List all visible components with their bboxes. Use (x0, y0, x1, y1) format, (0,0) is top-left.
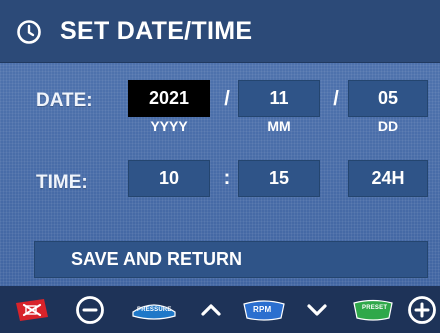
motor-off-icon (16, 298, 48, 321)
up-button[interactable] (192, 286, 230, 333)
time-format-field[interactable]: 24H (348, 160, 428, 197)
chevron-up-icon (201, 303, 221, 316)
plus-circle-icon (408, 295, 436, 324)
rpm-button[interactable]: RPM (238, 286, 290, 333)
clock-icon (17, 20, 41, 44)
minus-circle-icon (76, 295, 104, 324)
day-field[interactable]: 05 (348, 80, 428, 117)
header-bar: SET DATE/TIME (0, 0, 440, 63)
year-field[interactable]: 2021 (128, 80, 210, 117)
page-title: SET DATE/TIME (60, 17, 253, 45)
date-separator-2: / (333, 88, 339, 110)
year-unit-label: YYYY (150, 118, 188, 134)
bottom-toolbar: PRESSURE RPM PRESET (0, 286, 440, 333)
save-and-return-button[interactable]: SAVE AND RETURN (34, 241, 428, 278)
month-unit-label: MM (267, 118, 291, 134)
motor-off-button[interactable] (8, 286, 56, 333)
preset-button[interactable]: PRESET (348, 286, 398, 333)
date-label: DATE: (36, 90, 93, 111)
down-button[interactable] (298, 286, 336, 333)
rpm-badge-label: RPM (253, 305, 272, 314)
set-date-time-screen: SET DATE/TIME DATE: 2021 YYYY / 11 MM / … (0, 0, 440, 333)
time-separator: : (223, 167, 231, 189)
day-unit-label: DD (377, 118, 399, 134)
preset-badge-label: PRESET (362, 305, 388, 311)
date-separator-1: / (224, 88, 230, 110)
decrease-button[interactable] (70, 286, 110, 333)
hour-field[interactable]: 10 (128, 160, 210, 197)
increase-button[interactable] (404, 286, 440, 333)
month-field[interactable]: 11 (238, 80, 320, 117)
chevron-down-icon (307, 303, 327, 316)
time-label: TIME: (36, 172, 88, 193)
pressure-badge-label: PRESSURE (137, 307, 172, 313)
pressure-button[interactable]: PRESSURE (128, 286, 180, 333)
minute-field[interactable]: 15 (238, 160, 320, 197)
